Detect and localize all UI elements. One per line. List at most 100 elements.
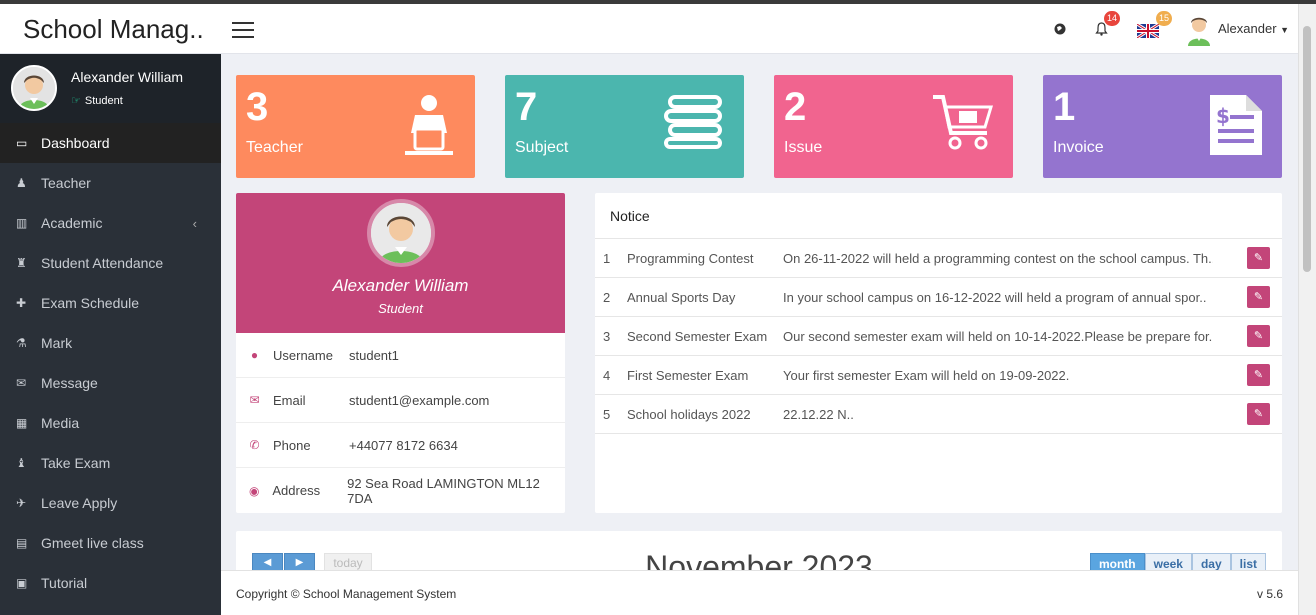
notice-row: 5 School holidays 2022 22.12.22 N.. ✎: [595, 395, 1282, 434]
notice-number: 3: [603, 328, 611, 344]
profile-row-address: ◉ Address 92 Sea Road LAMINGTON ML12 7DA: [236, 468, 565, 513]
stat-label: Teacher: [246, 139, 303, 156]
user-icon: ●: [250, 348, 259, 362]
profile-avatar: [367, 199, 435, 267]
profile-field-key: Phone: [273, 437, 311, 453]
teacher-icon: ♟: [16, 176, 27, 190]
profile-role: Student: [378, 301, 423, 316]
hand-pointer-icon: ☞: [71, 95, 81, 107]
sidebar-item-student-attendance[interactable]: ♜ Student Attendance: [0, 243, 221, 283]
sidebar-item-academic[interactable]: ▥ Academic ‹: [0, 203, 221, 243]
stat-card-invoice[interactable]: 1 Invoice $: [1043, 75, 1282, 178]
puzzle-icon: ✚: [16, 296, 27, 310]
sidebar-item-label: Student Attendance: [41, 255, 164, 271]
notice-number: 5: [603, 406, 611, 422]
notice-row: 2 Annual Sports Day In your school campus …: [595, 278, 1282, 317]
view-notice-button[interactable]: ✎: [1247, 364, 1270, 386]
notice-number: 4: [603, 367, 611, 383]
stat-value: 3: [246, 85, 269, 129]
stat-card-issue[interactable]: 2 Issue: [774, 75, 1013, 178]
svg-text:$: $: [1216, 104, 1230, 128]
stat-card-subject[interactable]: 7 Subject: [505, 75, 744, 178]
notice-title-cell: First Semester Exam: [627, 367, 749, 383]
footer-version: v 5.6: [1256, 587, 1283, 601]
scrollbar[interactable]: [1298, 4, 1316, 615]
sidebar-item-label: Gmeet live class: [41, 535, 144, 551]
sidebar-item-label: Tutorial: [41, 575, 88, 591]
sidebar-item-leave-apply[interactable]: ✈ Leave Apply: [0, 483, 221, 523]
profile-field-value: +44077 8172 6634: [349, 437, 458, 453]
sidebar: Alexander William ☞ Student ▭ Dashboard ♟ T…: [0, 54, 221, 615]
notice-text: Your first semester Exam will held on 19…: [783, 367, 1070, 383]
view-notice-button[interactable]: ✎: [1247, 286, 1270, 308]
uk-flag-icon[interactable]: [1136, 22, 1160, 41]
notice-row: 1 Programming Contest On 26-11-2022 will h…: [595, 239, 1282, 278]
globe-icon: ◉: [248, 483, 260, 498]
bell-icon[interactable]: [1095, 22, 1108, 39]
profile-row-username: ● Username student1: [236, 333, 565, 378]
sidebar-item-label: Media: [41, 415, 80, 431]
document-icon: ▤: [16, 536, 28, 550]
chevron-left-icon: ‹: [192, 215, 197, 231]
profile-field-value: student1@example.com: [349, 392, 490, 408]
menu-toggle-icon[interactable]: [232, 22, 254, 38]
stat-label: Subject: [515, 139, 569, 156]
flask-icon: ⚗: [16, 336, 27, 350]
sidebar-item-label: Exam Schedule: [41, 295, 140, 311]
sidebar-item-take-exam[interactable]: ♝ Take Exam: [0, 443, 221, 483]
sidebar-item-label: Teacher: [41, 175, 91, 191]
sidebar-item-label: Dashboard: [41, 135, 110, 151]
profile-card: Alexander William Student ● Username stude…: [236, 193, 565, 513]
building-icon: ▥: [16, 216, 28, 230]
leave-icon: ✈: [16, 496, 27, 510]
globe-icon[interactable]: [1054, 23, 1066, 38]
sidebar-item-message[interactable]: ✉ Message: [0, 363, 221, 403]
stat-card-teacher[interactable]: 3 Teacher: [236, 75, 475, 178]
sidebar-item-media[interactable]: ▦ Media: [0, 403, 221, 443]
app-window: School Manag.. 14 15 Alexander ▼ Alexand…: [0, 4, 1316, 615]
footer-copyright: Copyright © School Management System: [236, 587, 457, 601]
sidebar-item-dashboard[interactable]: ▭ Dashboard: [0, 123, 221, 163]
sidebar-item-label: Academic: [41, 215, 103, 231]
notice-text: On 26-11-2022 will held a programming co…: [783, 250, 1213, 266]
notice-number: 1: [603, 250, 611, 266]
sidebar-item-teacher[interactable]: ♟ Teacher: [0, 163, 221, 203]
exam-icon: ♝: [16, 456, 27, 470]
attendance-icon: ♜: [16, 256, 27, 270]
sidebar-item-tutorial[interactable]: ▣ Tutorial: [0, 563, 221, 603]
notice-text: 22.12.22 N..: [783, 406, 854, 422]
tutorial-icon: ▣: [16, 576, 28, 590]
view-notice-button[interactable]: ✎: [1247, 325, 1270, 347]
profile-field-value: 92 Sea Road LAMINGTON ML12 7DA: [347, 475, 540, 506]
profile-field-key: Address: [272, 483, 321, 498]
notice-number: 2: [603, 289, 611, 305]
user-avatar[interactable]: [1186, 14, 1212, 46]
profile-card-header: Alexander William Student: [236, 193, 565, 333]
notice-row: 4 First Semester Exam Your first semester …: [595, 356, 1282, 395]
scrollbar-thumb[interactable]: [1303, 26, 1311, 272]
sidebar-item-label: Message: [41, 375, 98, 391]
sidebar-item-label: Mark: [41, 335, 73, 351]
profile-field-key: Email: [273, 392, 306, 408]
caret-down-icon: ▼: [1280, 25, 1290, 35]
app-title[interactable]: School Manag..: [0, 4, 221, 54]
notification-badge: 14: [1104, 11, 1121, 26]
teacher-laptop-icon: [401, 93, 457, 162]
sidebar-item-exam-schedule[interactable]: ✚ Exam Schedule: [0, 283, 221, 323]
user-menu[interactable]: Alexander ▼: [1218, 21, 1289, 36]
notice-panel: Notice 1 Programming Contest On 26-11-2022…: [595, 193, 1282, 513]
sidebar-profile: Alexander William ☞ Student: [0, 54, 221, 123]
stat-value: 1: [1053, 85, 1076, 129]
sidebar-avatar: [11, 65, 57, 111]
notice-row: 3 Second Semester Exam Our second semester…: [595, 317, 1282, 356]
footer: Copyright © School Management System v 5…: [221, 570, 1298, 615]
notice-title-cell: School holidays 2022: [627, 406, 751, 422]
stat-value: 7: [515, 85, 538, 129]
books-icon: [664, 93, 726, 154]
sidebar-item-gmeet-live-class[interactable]: ▤ Gmeet live class: [0, 523, 221, 563]
view-notice-button[interactable]: ✎: [1247, 403, 1270, 425]
sidebar-item-mark[interactable]: ⚗ Mark: [0, 323, 221, 363]
film-icon: ▦: [16, 416, 28, 430]
envelope-icon: ✉: [249, 393, 260, 407]
view-notice-button[interactable]: ✎: [1247, 247, 1270, 269]
